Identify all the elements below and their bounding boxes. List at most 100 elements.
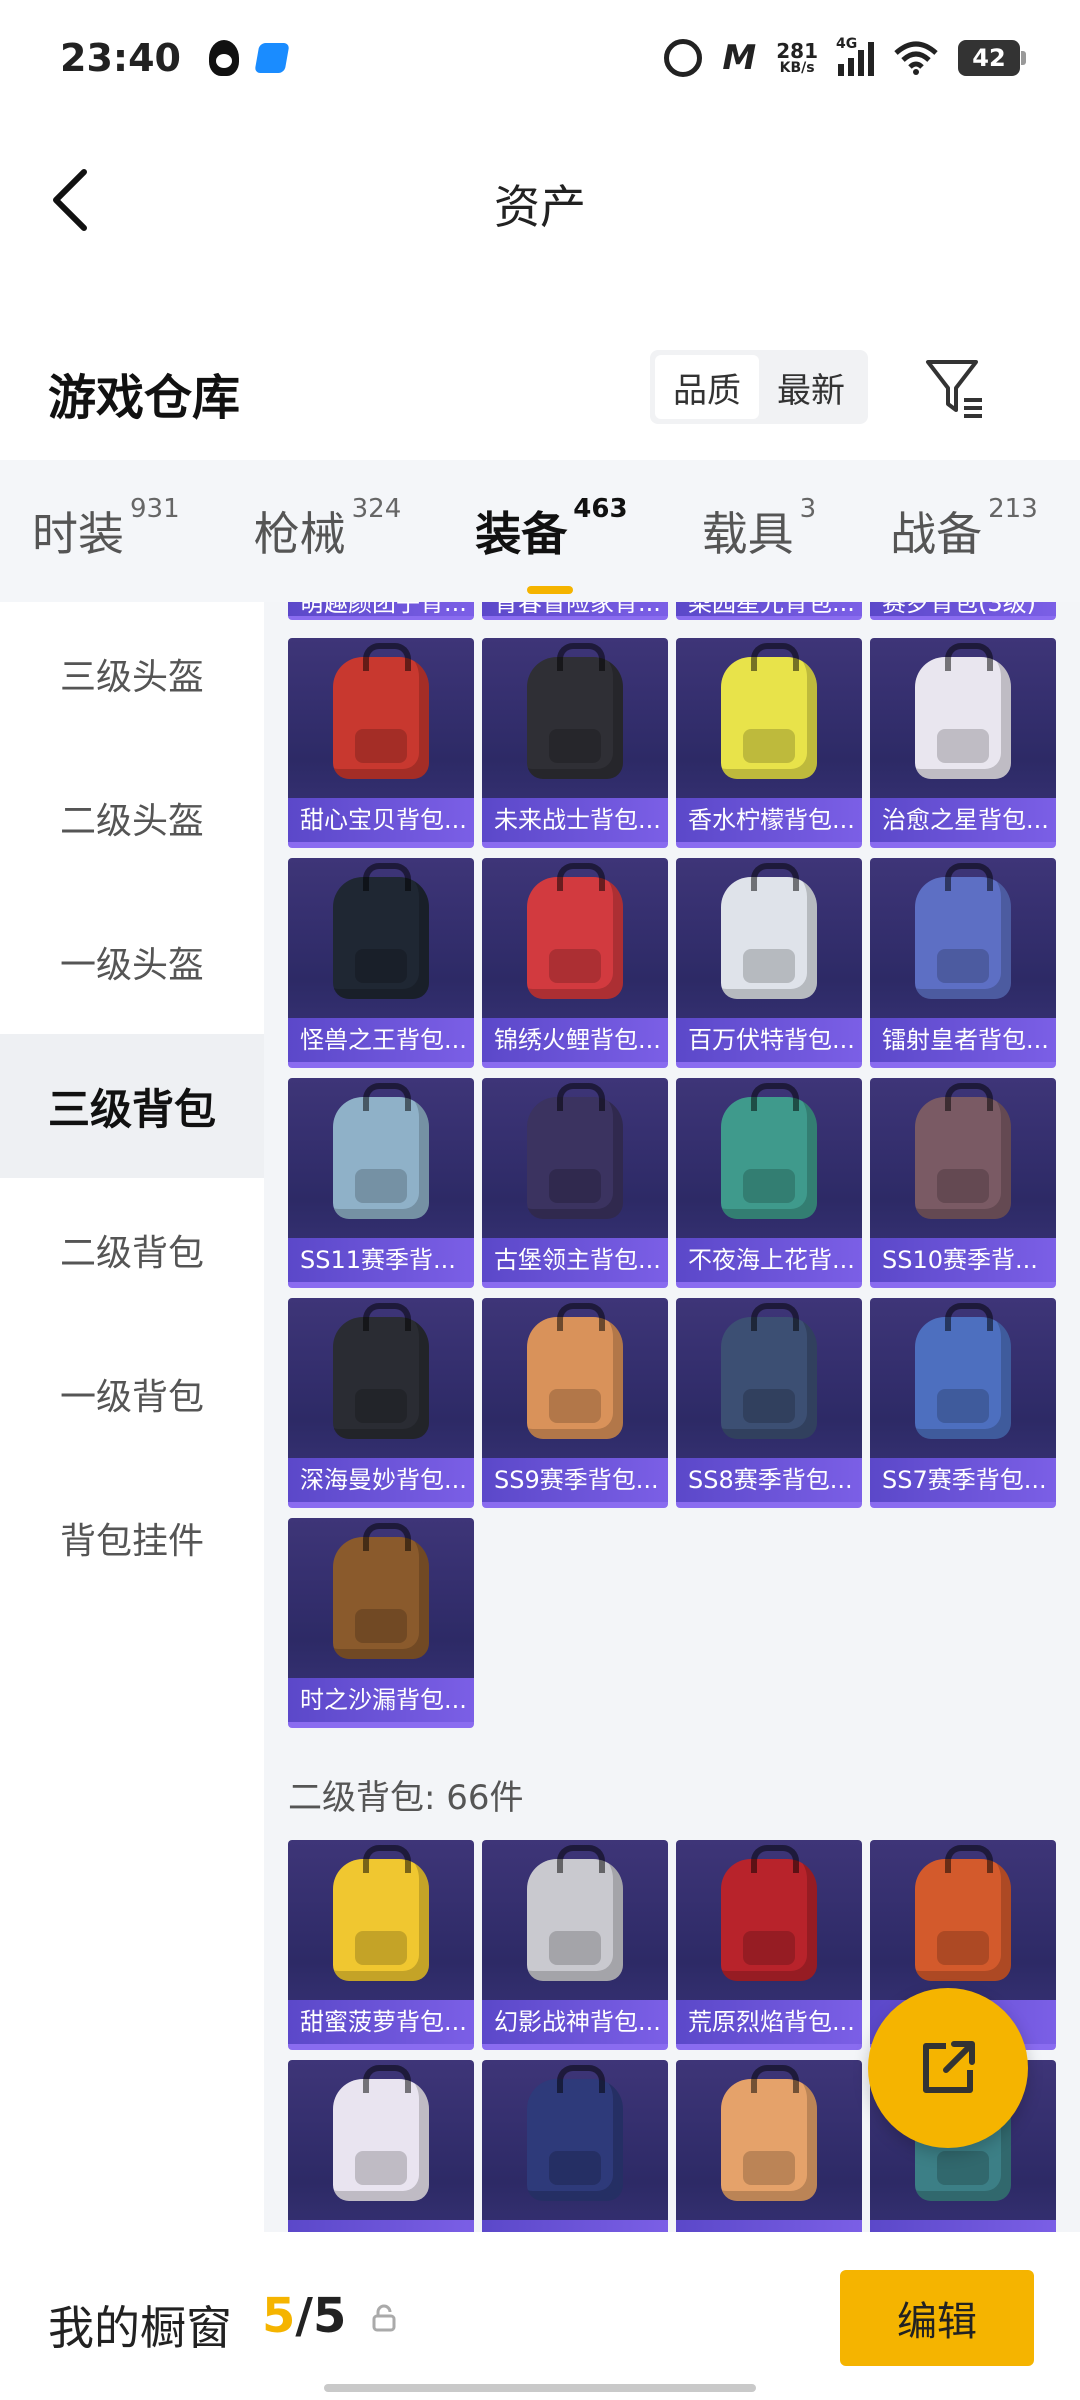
tab-count: 324 — [351, 494, 402, 524]
item-card[interactable]: SS7赛季背包... — [870, 1298, 1056, 1508]
sort-option-quality[interactable]: 品质 — [655, 355, 759, 419]
level3-backpack-grid: 甜心宝贝背包... 未来战士背包... 香水柠檬背包... 治愈之星背包... 怪兽之王… — [288, 638, 1064, 1728]
backpack-image — [527, 1303, 623, 1439]
filter-button[interactable] — [920, 354, 990, 424]
item-card[interactable] — [676, 2060, 862, 2232]
item-thumbnail — [676, 858, 862, 1018]
item-card[interactable]: 锦绣火鲤背包... — [482, 858, 668, 1068]
item-card[interactable]: 赛罗背包(3级) — [870, 602, 1056, 620]
top-app-bar: 资产 — [0, 115, 1080, 280]
tab-equipment[interactable]: 装备 463 — [475, 494, 628, 594]
sidebar-item-level1-helmet[interactable]: 一级头盔 — [0, 890, 264, 1034]
share-fab[interactable] — [868, 1988, 1028, 2148]
item-name: 赛罗背包(3级) — [870, 602, 1056, 616]
tab-count: 463 — [573, 494, 628, 524]
item-card[interactable]: 梨园星光背包... — [676, 602, 862, 620]
sort-toggle: 品质 最新 — [650, 350, 868, 424]
sidebar-item-level1-backpack[interactable]: 一级背包 — [0, 1322, 264, 1466]
item-thumbnail — [288, 1518, 474, 1678]
signal-strength-icon: 4G — [836, 36, 874, 76]
tab-vehicles[interactable]: 载具 3 — [702, 494, 817, 564]
item-name: 锦绣火鲤背包... — [482, 1018, 668, 1062]
level2-section-heading: 二级背包: 66件 — [288, 1778, 524, 1818]
showcase-count: 5/5 — [262, 2288, 346, 2344]
item-card[interactable]: 时之沙漏背包... — [288, 1518, 474, 1728]
item-card[interactable]: 怪兽之王背包... — [288, 858, 474, 1068]
item-card[interactable]: 镭射皇者背包... — [870, 858, 1056, 1068]
item-card[interactable]: 甜心宝贝背包... — [288, 638, 474, 848]
backpack-image — [721, 2065, 817, 2201]
item-thumbnail — [288, 2060, 474, 2220]
sidebar-item-level3-helmet[interactable]: 三级头盔 — [0, 602, 264, 746]
item-thumbnail — [870, 1298, 1056, 1458]
item-thumbnail — [676, 2060, 862, 2220]
item-name: 荒原烈焰背包... — [676, 2000, 862, 2044]
showcase-count-current: 5 — [262, 2288, 296, 2344]
backpack-image — [333, 1845, 429, 1981]
alarm-icon — [664, 38, 703, 77]
item-card[interactable]: SS9赛季背包... — [482, 1298, 668, 1508]
tab-supplies[interactable]: 战备 213 — [890, 494, 1038, 564]
showcase-bar: 我的橱窗 5/5 编辑 — [0, 2232, 1080, 2400]
warehouse-title: 游戏仓库 — [48, 370, 241, 426]
item-card[interactable]: 萌趣颜团子背... — [288, 602, 474, 620]
item-name — [288, 2220, 474, 2232]
item-thumbnail — [288, 858, 474, 1018]
item-list: 萌趣颜团子背... 青春冒险家背... 梨园星光背包... 赛罗背包(3级) 甜心宝贝… — [264, 602, 1080, 2232]
item-name: 不夜海上花背... — [676, 1238, 862, 1282]
item-name: 青春冒险家背... — [482, 602, 668, 616]
sidebar-item-level3-backpack[interactable]: 三级背包 — [0, 1034, 264, 1178]
sidebar-item-backpack-pendant[interactable]: 背包挂件 — [0, 1466, 264, 1610]
item-card[interactable]: SS11赛季背... — [288, 1078, 474, 1288]
tab-count: 3 — [799, 494, 817, 524]
network-speed-unit: KB/s — [779, 59, 815, 76]
item-card[interactable]: 幻影战神背包... — [482, 1840, 668, 2050]
item-card[interactable]: 香水柠檬背包... — [676, 638, 862, 848]
sort-option-newest[interactable]: 最新 — [759, 355, 863, 419]
item-card[interactable] — [288, 2060, 474, 2232]
item-card[interactable]: 青春冒险家背... — [482, 602, 668, 620]
item-card[interactable]: 荒原烈焰背包... — [676, 1840, 862, 2050]
item-name — [676, 2220, 862, 2232]
edit-button[interactable]: 编辑 — [840, 2270, 1034, 2366]
item-name: 治愈之星背包... — [870, 798, 1056, 842]
partial-item-row: 萌趣颜团子背... 青春冒险家背... 梨园星光背包... 赛罗背包(3级) — [288, 602, 1064, 620]
status-time: 23:40 — [60, 35, 181, 80]
tab-label: 装备 — [475, 507, 568, 561]
item-card[interactable]: 甜蜜菠萝背包... — [288, 1840, 474, 2050]
item-card[interactable]: 未来战士背包... — [482, 638, 668, 848]
item-thumbnail — [482, 858, 668, 1018]
item-card[interactable]: 百万伏特背包... — [676, 858, 862, 1068]
item-card[interactable]: 古堡领主背包... — [482, 1078, 668, 1288]
item-thumbnail — [288, 1840, 474, 2000]
item-name: 幻影战神背包... — [482, 2000, 668, 2044]
backpack-image — [915, 643, 1011, 779]
item-card[interactable]: 不夜海上花背... — [676, 1078, 862, 1288]
item-thumbnail — [676, 1840, 862, 2000]
item-card[interactable]: SS8赛季背包... — [676, 1298, 862, 1508]
item-thumbnail — [288, 1298, 474, 1458]
item-name: 甜蜜菠萝背包... — [288, 2000, 474, 2044]
item-card[interactable]: 深海曼妙背包... — [288, 1298, 474, 1508]
sidebar-item-level2-helmet[interactable]: 二级头盔 — [0, 746, 264, 890]
tab-fashion[interactable]: 时装 931 — [32, 494, 180, 564]
item-card[interactable] — [482, 2060, 668, 2232]
item-name: 萌趣颜团子背... — [288, 602, 474, 616]
item-name — [482, 2220, 668, 2232]
tab-label: 战备 — [890, 507, 983, 561]
filter-icon — [926, 360, 982, 418]
item-name — [870, 2220, 1056, 2232]
backpack-image — [915, 1303, 1011, 1439]
item-thumbnail — [482, 1078, 668, 1238]
item-card[interactable]: SS10赛季背... — [870, 1078, 1056, 1288]
backpack-image — [333, 1303, 429, 1439]
item-thumbnail — [676, 1298, 862, 1458]
item-thumbnail — [288, 1078, 474, 1238]
item-name: 怪兽之王背包... — [288, 1018, 474, 1062]
sidebar-item-level2-backpack[interactable]: 二级背包 — [0, 1178, 264, 1322]
item-card[interactable]: 治愈之星背包... — [870, 638, 1056, 848]
network-type: 4G — [836, 35, 858, 52]
tab-firearms[interactable]: 枪械 324 — [254, 494, 402, 564]
item-name: 甜心宝贝背包... — [288, 798, 474, 842]
item-thumbnail — [288, 638, 474, 798]
